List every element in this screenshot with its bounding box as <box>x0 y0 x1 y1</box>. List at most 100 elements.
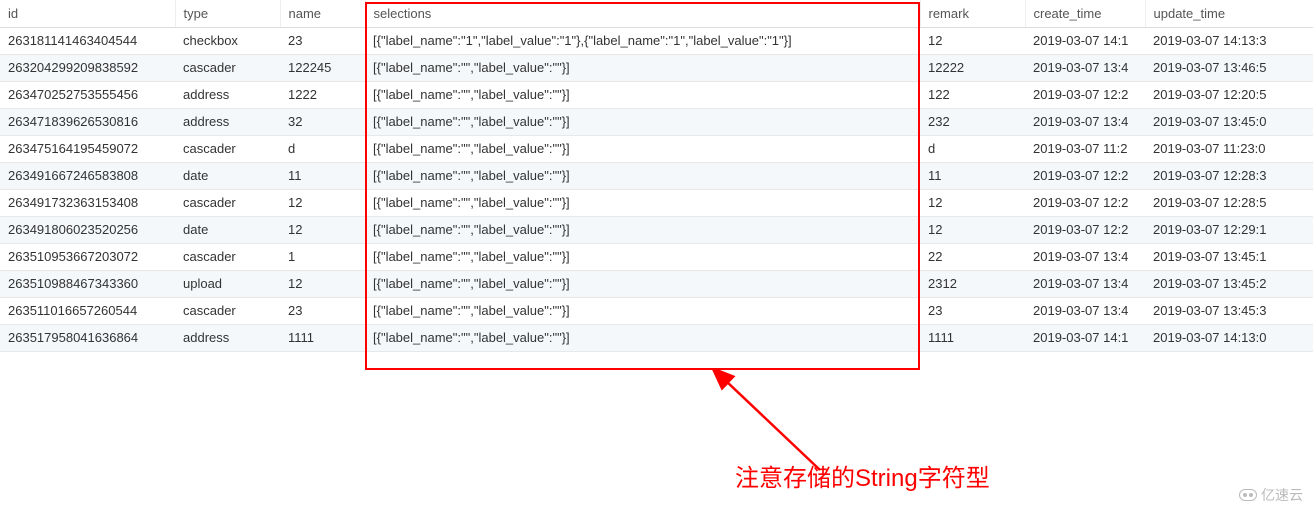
cell-type[interactable]: cascader <box>175 297 280 324</box>
cell-type[interactable]: cascader <box>175 243 280 270</box>
cell-id[interactable]: 263471839626530816 <box>0 108 175 135</box>
cell-remark[interactable]: 23 <box>920 297 1025 324</box>
table-row[interactable]: 263511016657260544cascader23[{"label_nam… <box>0 297 1313 324</box>
cell-create_time[interactable]: 2019-03-07 13:4 <box>1025 297 1145 324</box>
cell-create_time[interactable]: 2019-03-07 12:2 <box>1025 216 1145 243</box>
cell-remark[interactable]: 232 <box>920 108 1025 135</box>
cell-name[interactable]: 12 <box>280 270 365 297</box>
table-row[interactable]: 263475164195459072cascaderd[{"label_name… <box>0 135 1313 162</box>
cell-remark[interactable]: 12222 <box>920 54 1025 81</box>
table-row[interactable]: 263470252753555456address1222[{"label_na… <box>0 81 1313 108</box>
cell-name[interactable]: d <box>280 135 365 162</box>
cell-update_time[interactable]: 2019-03-07 13:45:3 <box>1145 297 1313 324</box>
cell-create_time[interactable]: 2019-03-07 13:4 <box>1025 108 1145 135</box>
col-header-name[interactable]: name <box>280 0 365 27</box>
table-row[interactable]: 263510953667203072cascader1[{"label_name… <box>0 243 1313 270</box>
cell-id[interactable]: 263491667246583808 <box>0 162 175 189</box>
cell-selections[interactable]: [{"label_name":"","label_value":""}] <box>365 216 920 243</box>
cell-selections[interactable]: [{"label_name":"","label_value":""}] <box>365 270 920 297</box>
cell-update_time[interactable]: 2019-03-07 13:45:1 <box>1145 243 1313 270</box>
table-row[interactable]: 263204299209838592cascader122245[{"label… <box>0 54 1313 81</box>
cell-remark[interactable]: 12 <box>920 189 1025 216</box>
cell-create_time[interactable]: 2019-03-07 13:4 <box>1025 54 1145 81</box>
col-header-remark[interactable]: remark <box>920 0 1025 27</box>
cell-id[interactable]: 263510988467343360 <box>0 270 175 297</box>
cell-id[interactable]: 263510953667203072 <box>0 243 175 270</box>
cell-type[interactable]: address <box>175 108 280 135</box>
cell-create_time[interactable]: 2019-03-07 13:4 <box>1025 243 1145 270</box>
table-row[interactable]: 263471839626530816address32[{"label_name… <box>0 108 1313 135</box>
table-row[interactable]: 263181141463404544checkbox23[{"label_nam… <box>0 27 1313 54</box>
cell-type[interactable]: address <box>175 81 280 108</box>
table-row[interactable]: 263491806023520256date12[{"label_name":"… <box>0 216 1313 243</box>
cell-update_time[interactable]: 2019-03-07 14:13:0 <box>1145 324 1313 351</box>
cell-selections[interactable]: [{"label_name":"","label_value":""}] <box>365 243 920 270</box>
table-row[interactable]: 263517958041636864address1111[{"label_na… <box>0 324 1313 351</box>
cell-name[interactable]: 122245 <box>280 54 365 81</box>
cell-create_time[interactable]: 2019-03-07 11:2 <box>1025 135 1145 162</box>
cell-remark[interactable]: 122 <box>920 81 1025 108</box>
cell-update_time[interactable]: 2019-03-07 12:29:1 <box>1145 216 1313 243</box>
cell-name[interactable]: 1 <box>280 243 365 270</box>
cell-update_time[interactable]: 2019-03-07 12:28:5 <box>1145 189 1313 216</box>
cell-remark[interactable]: 12 <box>920 27 1025 54</box>
cell-id[interactable]: 263511016657260544 <box>0 297 175 324</box>
col-header-id[interactable]: id <box>0 0 175 27</box>
cell-selections[interactable]: [{"label_name":"","label_value":""}] <box>365 54 920 81</box>
cell-create_time[interactable]: 2019-03-07 12:2 <box>1025 162 1145 189</box>
cell-type[interactable]: date <box>175 162 280 189</box>
cell-create_time[interactable]: 2019-03-07 13:4 <box>1025 270 1145 297</box>
col-header-selections[interactable]: selections <box>365 0 920 27</box>
cell-name[interactable]: 23 <box>280 297 365 324</box>
table-row[interactable]: 263491667246583808date11[{"label_name":"… <box>0 162 1313 189</box>
col-header-create-time[interactable]: create_time <box>1025 0 1145 27</box>
cell-selections[interactable]: [{"label_name":"","label_value":""}] <box>365 135 920 162</box>
cell-id[interactable]: 263491732363153408 <box>0 189 175 216</box>
col-header-type[interactable]: type <box>175 0 280 27</box>
cell-name[interactable]: 1222 <box>280 81 365 108</box>
cell-update_time[interactable]: 2019-03-07 13:45:0 <box>1145 108 1313 135</box>
cell-create_time[interactable]: 2019-03-07 12:2 <box>1025 189 1145 216</box>
cell-id[interactable]: 263181141463404544 <box>0 27 175 54</box>
cell-selections[interactable]: [{"label_name":"","label_value":""}] <box>365 189 920 216</box>
cell-selections[interactable]: [{"label_name":"1","label_value":"1"},{"… <box>365 27 920 54</box>
cell-id[interactable]: 263491806023520256 <box>0 216 175 243</box>
cell-type[interactable]: upload <box>175 270 280 297</box>
cell-type[interactable]: cascader <box>175 135 280 162</box>
cell-name[interactable]: 23 <box>280 27 365 54</box>
cell-type[interactable]: date <box>175 216 280 243</box>
table-row[interactable]: 263491732363153408cascader12[{"label_nam… <box>0 189 1313 216</box>
cell-id[interactable]: 263470252753555456 <box>0 81 175 108</box>
cell-remark[interactable]: d <box>920 135 1025 162</box>
cell-id[interactable]: 263204299209838592 <box>0 54 175 81</box>
cell-create_time[interactable]: 2019-03-07 14:1 <box>1025 324 1145 351</box>
cell-create_time[interactable]: 2019-03-07 14:1 <box>1025 27 1145 54</box>
cell-selections[interactable]: [{"label_name":"","label_value":""}] <box>365 108 920 135</box>
cell-type[interactable]: address <box>175 324 280 351</box>
cell-type[interactable]: cascader <box>175 54 280 81</box>
cell-type[interactable]: checkbox <box>175 27 280 54</box>
cell-remark[interactable]: 12 <box>920 216 1025 243</box>
cell-selections[interactable]: [{"label_name":"","label_value":""}] <box>365 324 920 351</box>
cell-selections[interactable]: [{"label_name":"","label_value":""}] <box>365 297 920 324</box>
cell-id[interactable]: 263475164195459072 <box>0 135 175 162</box>
cell-update_time[interactable]: 2019-03-07 12:20:5 <box>1145 81 1313 108</box>
cell-name[interactable]: 11 <box>280 162 365 189</box>
cell-update_time[interactable]: 2019-03-07 12:28:3 <box>1145 162 1313 189</box>
cell-id[interactable]: 263517958041636864 <box>0 324 175 351</box>
cell-name[interactable]: 12 <box>280 216 365 243</box>
col-header-update-time[interactable]: update_time <box>1145 0 1313 27</box>
cell-update_time[interactable]: 2019-03-07 13:45:2 <box>1145 270 1313 297</box>
cell-remark[interactable]: 1111 <box>920 324 1025 351</box>
cell-create_time[interactable]: 2019-03-07 12:2 <box>1025 81 1145 108</box>
cell-selections[interactable]: [{"label_name":"","label_value":""}] <box>365 162 920 189</box>
cell-name[interactable]: 1111 <box>280 324 365 351</box>
cell-update_time[interactable]: 2019-03-07 14:13:3 <box>1145 27 1313 54</box>
cell-name[interactable]: 12 <box>280 189 365 216</box>
cell-remark[interactable]: 2312 <box>920 270 1025 297</box>
cell-remark[interactable]: 11 <box>920 162 1025 189</box>
cell-update_time[interactable]: 2019-03-07 11:23:0 <box>1145 135 1313 162</box>
cell-selections[interactable]: [{"label_name":"","label_value":""}] <box>365 81 920 108</box>
cell-remark[interactable]: 22 <box>920 243 1025 270</box>
cell-type[interactable]: cascader <box>175 189 280 216</box>
